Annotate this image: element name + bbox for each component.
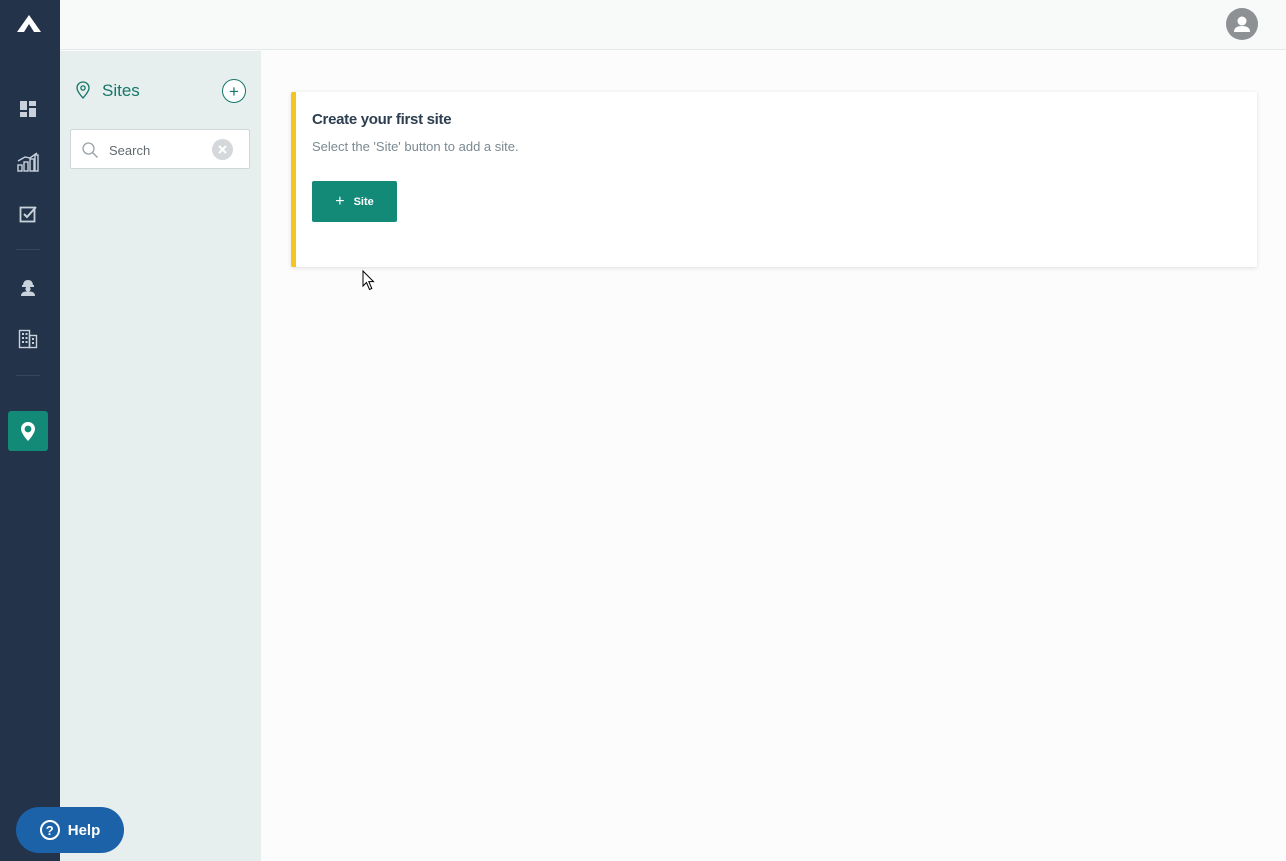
- search-input[interactable]: [107, 139, 211, 161]
- search-icon: [82, 142, 98, 158]
- nav-item-sites[interactable]: [8, 411, 48, 451]
- help-button[interactable]: ? Help: [16, 807, 124, 853]
- clear-search-icon[interactable]: [212, 139, 233, 160]
- dashboard-icon: [20, 101, 36, 117]
- help-label: Help: [67, 821, 101, 839]
- add-site-button-label: Site: [353, 195, 374, 208]
- empty-state-card: Create your first site Select the 'Site'…: [291, 92, 1257, 267]
- add-site-button[interactable]: + Site: [312, 181, 397, 222]
- location-pin-icon: [21, 421, 35, 441]
- logo-icon[interactable]: [15, 13, 43, 35]
- main-navigation: [0, 0, 60, 861]
- close-icon: [218, 145, 227, 154]
- plus-icon: +: [335, 192, 345, 210]
- plus-icon: +: [229, 81, 239, 101]
- user-avatar[interactable]: [1226, 8, 1258, 40]
- nav-divider: [16, 249, 40, 250]
- top-bar: [60, 0, 1286, 50]
- tasks-icon: [19, 206, 37, 223]
- worker-icon: [21, 280, 35, 296]
- panel-title: Sites: [102, 81, 140, 100]
- user-icon: [1234, 16, 1250, 32]
- nav-item-dashboard[interactable]: [8, 89, 48, 129]
- nav-divider: [16, 375, 40, 376]
- add-site-icon-button[interactable]: +: [222, 79, 246, 103]
- location-pin-icon: [76, 81, 90, 99]
- card-title: Create your first site: [312, 111, 452, 128]
- question-icon: ?: [39, 820, 60, 840]
- search-box: [70, 129, 250, 169]
- mouse-cursor-icon: [362, 270, 375, 291]
- sites-panel: Sites +: [60, 51, 261, 861]
- nav-item-tasks[interactable]: [8, 194, 48, 234]
- analytics-icon: [17, 152, 39, 172]
- nav-item-workers[interactable]: [8, 267, 48, 307]
- nav-item-buildings[interactable]: [8, 319, 48, 359]
- buildings-icon: [18, 329, 38, 349]
- card-subtitle: Select the 'Site' button to add a site.: [312, 139, 519, 154]
- nav-item-analytics[interactable]: [8, 142, 48, 182]
